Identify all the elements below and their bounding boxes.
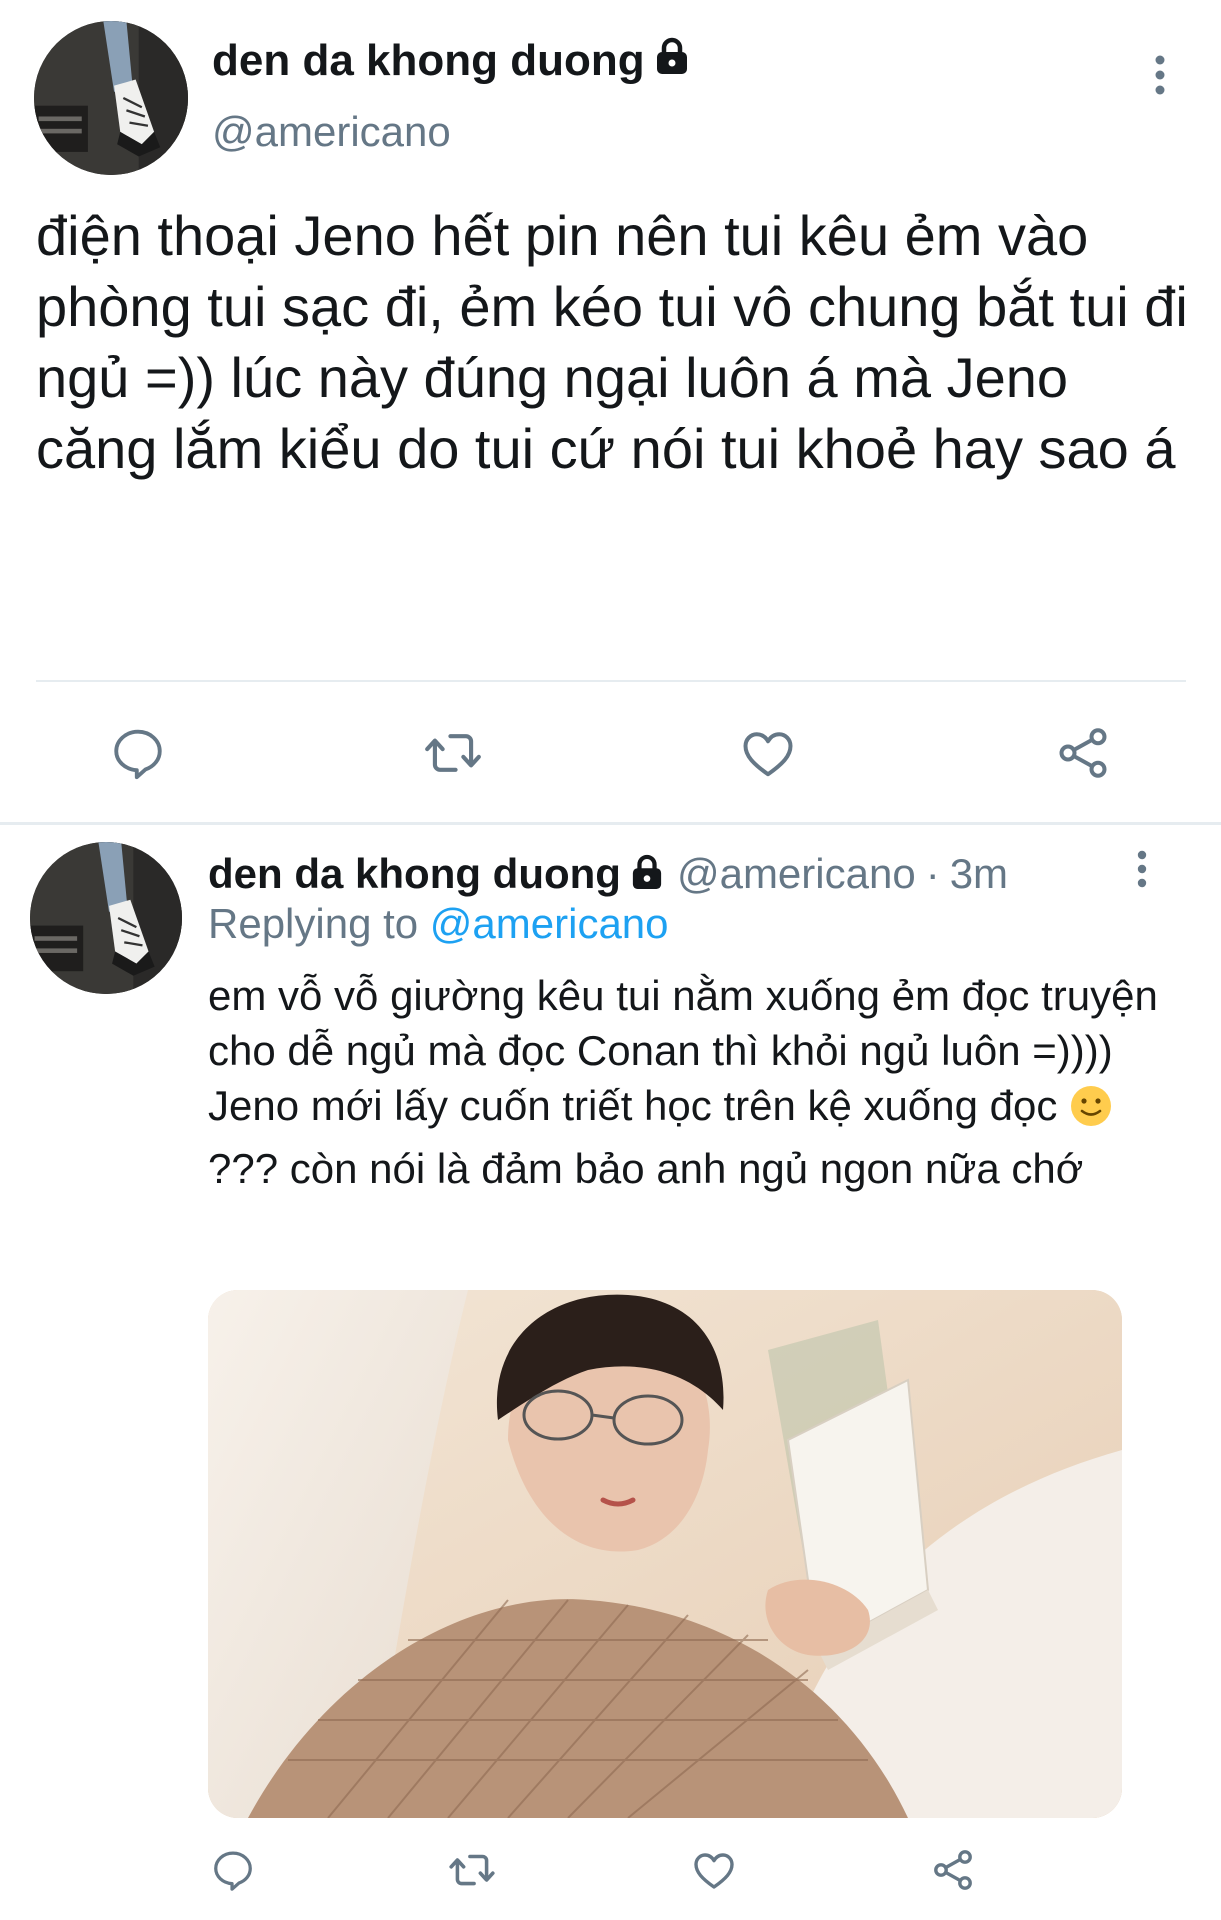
like-button[interactable] [733,718,803,788]
lock-icon [655,36,689,86]
replying-to-label: Replying to [208,900,419,947]
share-button[interactable] [925,1842,981,1898]
author-avatar[interactable] [30,842,182,994]
tweet-separator [0,822,1221,825]
like-icon [743,732,793,777]
lock-icon [631,854,663,895]
reply-header: den da khong duong @americano · 3m [208,844,1008,904]
retweet-icon [425,734,481,772]
replying-to: Replying to @americano [208,900,669,948]
display-name-text: den da khong duong [212,36,645,85]
media-image [208,1290,1122,1818]
reply-icon [114,729,162,780]
author-handle[interactable]: @americano [677,850,916,898]
avatar-image [30,842,182,994]
retweet-button[interactable] [418,718,488,788]
author-avatar[interactable] [34,21,188,175]
display-name[interactable]: den da khong duong [212,36,689,86]
tweet-text: em vỗ vỗ giường kêu tui nằm xuống ẻm đọc… [208,968,1168,1196]
author-handle[interactable]: @americano [212,108,451,156]
display-name[interactable]: den da khong duong [208,850,621,898]
timestamp[interactable]: 3m [950,850,1008,898]
tweet-text-part: ??? còn nói là đảm bảo anh ngủ ngon nữa … [208,1145,1084,1192]
avatar-image [34,21,188,175]
more-vertical-icon[interactable] [1140,50,1180,100]
reply-button[interactable] [103,718,173,788]
share-icon [1059,728,1107,778]
share-icon [934,1850,972,1890]
like-icon [694,1853,734,1889]
separator-dot: · [925,850,940,897]
like-button[interactable] [686,1842,742,1898]
share-button[interactable] [1048,718,1118,788]
tweet-text-part: em vỗ vỗ giường kêu tui nằm xuống ẻm đọc… [208,972,1158,1129]
tweet-text: điện thoại Jeno hết pin nên tui kêu ẻm v… [36,204,1188,480]
divider [36,680,1186,682]
tweet-media-photo[interactable] [208,1290,1122,1818]
replying-to-handle-link[interactable]: @americano [430,900,669,947]
more-vertical-icon[interactable] [1124,845,1160,895]
slightly-smiling-face-emoji [1069,1084,1113,1141]
reply-button[interactable] [205,1842,261,1898]
reply-icon [214,1851,252,1891]
retweet-button[interactable] [444,1842,500,1898]
retweet-icon [449,1854,495,1886]
